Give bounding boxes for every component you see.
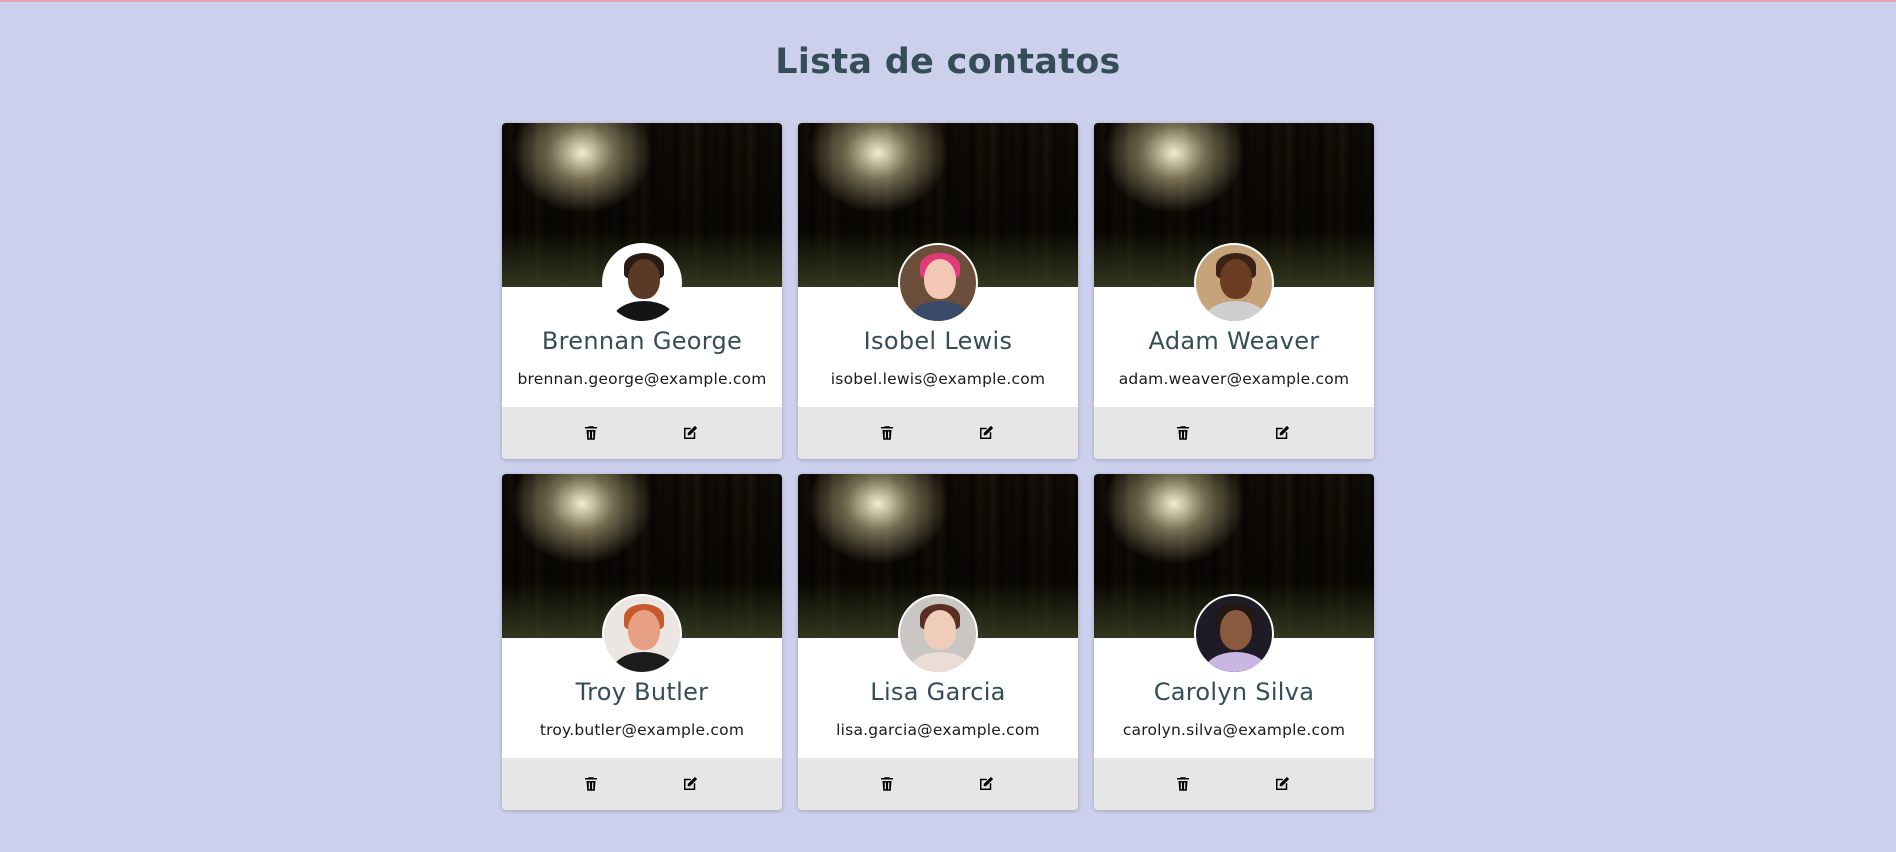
contact-email: troy.butler@example.com: [539, 721, 745, 739]
edit-button[interactable]: [974, 772, 998, 796]
avatar: [898, 243, 978, 323]
card-actions: [798, 758, 1078, 810]
edit-icon: [684, 425, 698, 439]
avatar: [1194, 243, 1274, 323]
contact-card: Lisa Garcia lisa.garcia@example.com: [798, 474, 1078, 810]
contact-name: Isobel Lewis: [863, 327, 1013, 355]
card-actions: [502, 758, 782, 810]
trash-icon: [1177, 777, 1189, 791]
edit-icon: [684, 776, 698, 790]
contact-email: brennan.george@example.com: [517, 370, 767, 388]
edit-icon: [1276, 776, 1290, 790]
contact-name: Adam Weaver: [1148, 327, 1320, 355]
avatar: [898, 594, 978, 674]
contact-name: Lisa Garcia: [870, 678, 1006, 706]
delete-button[interactable]: [579, 421, 603, 445]
trash-icon: [881, 426, 893, 440]
page-title: Lista de contatos: [775, 42, 1121, 82]
edit-icon: [980, 776, 994, 790]
contact-card: Adam Weaver adam.weaver@example.com: [1094, 123, 1374, 459]
contact-name: Troy Butler: [575, 678, 709, 706]
trash-icon: [585, 777, 597, 791]
contact-name: Carolyn Silva: [1153, 678, 1315, 706]
contact-email: adam.weaver@example.com: [1118, 370, 1350, 388]
edit-button[interactable]: [678, 772, 702, 796]
card-actions: [502, 407, 782, 459]
edit-icon: [980, 425, 994, 439]
contact-email: lisa.garcia@example.com: [836, 721, 1040, 739]
edit-icon: [1276, 425, 1290, 439]
contact-grid: Brennan George brennan.george@example.co…: [502, 123, 1374, 810]
avatar: [602, 243, 682, 323]
contact-card: Troy Butler troy.butler@example.com: [502, 474, 782, 810]
edit-button[interactable]: [974, 421, 998, 445]
card-actions: [1094, 407, 1374, 459]
card-actions: [798, 407, 1078, 459]
delete-button[interactable]: [875, 421, 899, 445]
avatar: [602, 594, 682, 674]
contact-card: Isobel Lewis isobel.lewis@example.com: [798, 123, 1078, 459]
edit-button[interactable]: [1270, 772, 1294, 796]
contact-email: carolyn.silva@example.com: [1122, 721, 1346, 739]
edit-button[interactable]: [678, 421, 702, 445]
edit-button[interactable]: [1270, 421, 1294, 445]
delete-button[interactable]: [579, 772, 603, 796]
contact-card: Brennan George brennan.george@example.co…: [502, 123, 782, 459]
contact-name: Brennan George: [541, 327, 743, 355]
contact-email: isobel.lewis@example.com: [830, 370, 1046, 388]
card-actions: [1094, 758, 1374, 810]
delete-button[interactable]: [875, 772, 899, 796]
delete-button[interactable]: [1171, 421, 1195, 445]
delete-button[interactable]: [1171, 772, 1195, 796]
trash-icon: [881, 777, 893, 791]
contact-card: Carolyn Silva carolyn.silva@example.com: [1094, 474, 1374, 810]
trash-icon: [585, 426, 597, 440]
trash-icon: [1177, 426, 1189, 440]
avatar: [1194, 594, 1274, 674]
